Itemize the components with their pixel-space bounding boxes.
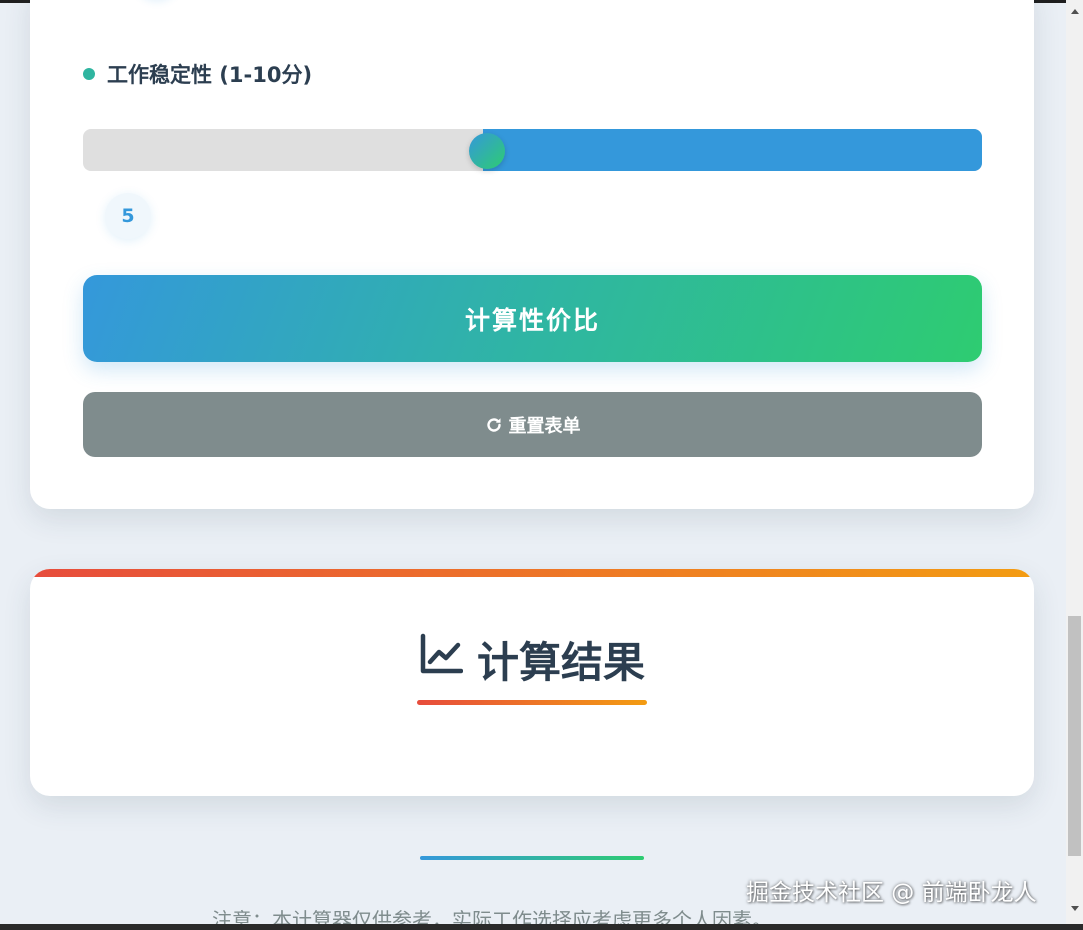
result-title: 计算结果 xyxy=(30,631,1034,687)
stability-slider[interactable] xyxy=(83,129,982,171)
stability-label-text: 工作稳定性 (1-10分) xyxy=(107,63,313,87)
line-chart-icon xyxy=(419,633,464,685)
window-bottom-border xyxy=(0,924,1083,930)
slider-fill xyxy=(483,129,982,171)
redo-icon xyxy=(485,416,503,434)
result-card-accent-bar xyxy=(30,569,1034,577)
slider-thumb[interactable] xyxy=(469,133,505,169)
calculate-button[interactable]: 计算性价比 xyxy=(83,275,982,362)
calculate-button-label: 计算性价比 xyxy=(464,305,600,335)
reset-button[interactable]: 重置表单 xyxy=(83,392,982,457)
stability-value-badge: 5 xyxy=(105,193,151,239)
result-card: 计算结果 xyxy=(30,569,1034,796)
result-title-text: 计算结果 xyxy=(476,637,645,687)
reset-button-label: 重置表单 xyxy=(508,415,581,437)
footer-divider xyxy=(420,856,644,860)
stability-field-label: 工作稳定性 (1-10分) xyxy=(83,60,312,88)
stability-value: 5 xyxy=(121,205,135,227)
vertical-scrollbar[interactable] xyxy=(1066,0,1083,924)
watermark: 掘金技术社区 @ 前端卧龙人 xyxy=(746,880,1037,906)
scrollbar-thumb[interactable] xyxy=(1068,616,1081,856)
scroll-up-arrow-icon[interactable] xyxy=(1066,3,1083,20)
result-title-underline xyxy=(417,700,647,705)
bullet-dot-icon xyxy=(83,68,95,80)
scroll-down-arrow-icon[interactable] xyxy=(1066,900,1083,917)
